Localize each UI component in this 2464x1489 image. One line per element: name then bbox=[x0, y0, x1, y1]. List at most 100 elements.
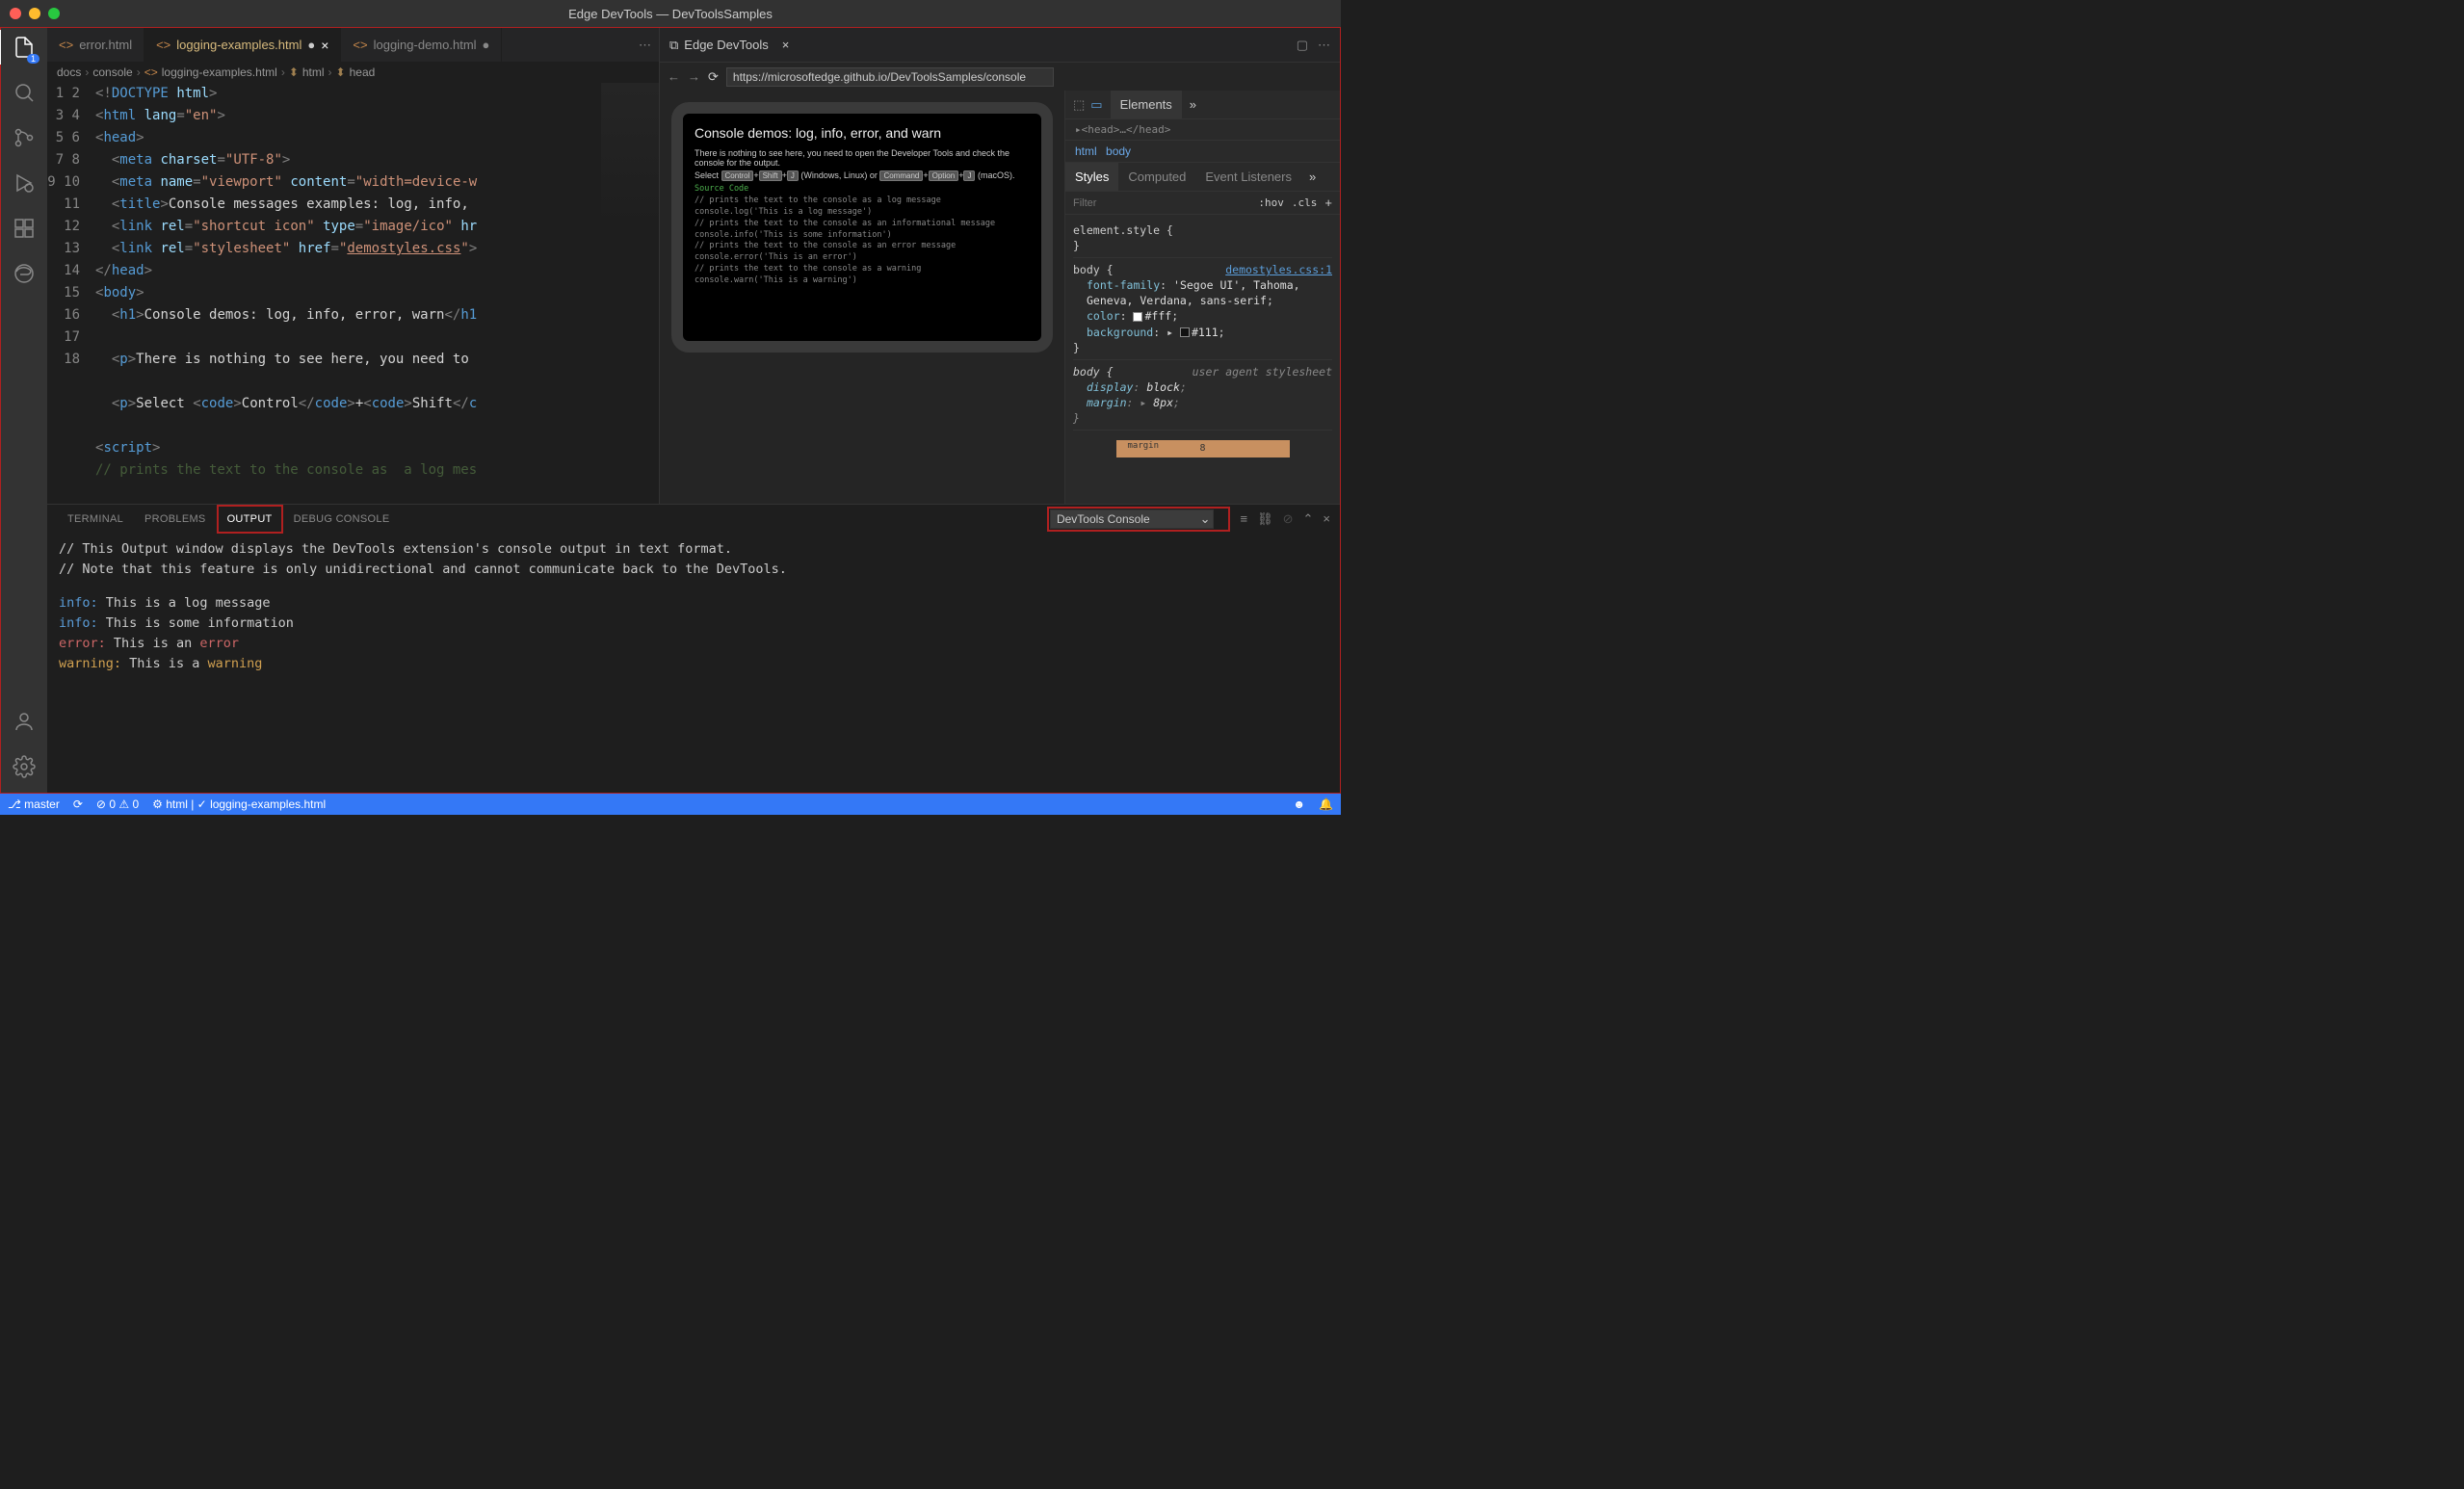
tab-dirty-icon: ● bbox=[483, 38, 490, 52]
breadcrumb-part[interactable]: html bbox=[302, 65, 325, 79]
code-editor[interactable]: 1 2 3 4 5 6 7 8 9 10 11 12 13 14 15 16 1… bbox=[47, 83, 659, 504]
html-file-icon: <> bbox=[144, 65, 158, 79]
run-debug-icon[interactable] bbox=[13, 171, 36, 197]
window-title: Edge DevTools — DevToolsSamples bbox=[568, 7, 773, 21]
code-content[interactable]: <!DOCTYPE html> <html lang="en"> <head> … bbox=[95, 83, 659, 504]
preview-select-line: Select Control+Shift+J (Windows, Linux) … bbox=[695, 170, 1030, 180]
tab-label: logging-examples.html bbox=[176, 38, 301, 52]
url-input[interactable]: https://microsoftedge.github.io/DevTools… bbox=[726, 67, 1054, 87]
device-emulation-icon[interactable]: ▭ bbox=[1090, 97, 1102, 113]
editor-row: <> error.html <> logging-examples.html ●… bbox=[47, 28, 1340, 504]
accounts-icon[interactable] bbox=[13, 710, 36, 736]
main-area: <> error.html <> logging-examples.html ●… bbox=[47, 28, 1340, 793]
css-rules-pane[interactable]: element.style { } body {demostyles.css:1… bbox=[1065, 215, 1340, 504]
styles-tab-bar: Styles Computed Event Listeners » bbox=[1065, 163, 1340, 192]
breadcrumbs[interactable]: docs › console › <> logging-examples.htm… bbox=[47, 62, 659, 83]
elements-pane: ⬚ ▭ Elements » ▸<head>…</head> html body bbox=[1064, 91, 1340, 504]
tab-label: error.html bbox=[79, 38, 132, 52]
output-line: // This Output window displays the DevTo… bbox=[59, 539, 1328, 560]
tab-label: logging-demo.html bbox=[374, 38, 477, 52]
devtools-toolbar: ← → ⟳ https://microsoftedge.github.io/De… bbox=[660, 62, 1340, 91]
maximize-panel-icon[interactable]: ⌃ bbox=[1303, 511, 1314, 527]
devtools-tab-label: Edge DevTools bbox=[684, 38, 768, 52]
computed-tab[interactable]: Computed bbox=[1118, 163, 1195, 191]
activity-bar: 1 bbox=[1, 28, 47, 793]
inspect-element-icon[interactable]: ⬚ bbox=[1073, 97, 1085, 113]
dom-tree-line[interactable]: ▸<head>…</head> bbox=[1065, 119, 1340, 141]
elements-tab[interactable]: Elements bbox=[1111, 91, 1182, 118]
window-controls bbox=[10, 8, 60, 19]
box-model[interactable]: margin 8 bbox=[1116, 440, 1290, 457]
nav-back-icon[interactable]: ← bbox=[668, 69, 680, 84]
css-rule[interactable]: body {demostyles.css:1 font-family: 'Seg… bbox=[1073, 258, 1332, 360]
minimap[interactable] bbox=[601, 83, 659, 227]
html-file-icon: <> bbox=[353, 38, 367, 52]
git-branch[interactable]: ⎇ master bbox=[8, 797, 60, 811]
tab-overflow-icon[interactable]: ⋯ bbox=[631, 28, 659, 62]
device-preview[interactable]: Console demos: log, info, error, and war… bbox=[671, 102, 1053, 353]
clear-output-icon[interactable]: ⊘ bbox=[1283, 511, 1294, 527]
close-panel-icon[interactable]: × bbox=[1323, 511, 1330, 527]
lock-icon[interactable]: ⛓ bbox=[1257, 511, 1273, 527]
output-line: info: This is a log message bbox=[59, 593, 1328, 614]
close-window-button[interactable] bbox=[10, 8, 21, 19]
notifications-icon[interactable]: 🔔 bbox=[1319, 797, 1333, 811]
language-status[interactable]: ⚙ html | ✓ logging-examples.html bbox=[152, 797, 326, 811]
output-body[interactable]: // This Output window displays the DevTo… bbox=[47, 534, 1340, 793]
breadcrumb-part[interactable]: logging-examples.html bbox=[162, 65, 277, 79]
reload-icon[interactable]: ⟳ bbox=[708, 69, 719, 85]
more-tabs-icon[interactable]: » bbox=[1182, 97, 1204, 112]
output-channel-select[interactable]: DevTools Console bbox=[1050, 509, 1214, 529]
status-bar: ⎇ master ⟳ ⊘ 0 ⚠ 0 ⚙ html | ✓ logging-ex… bbox=[0, 794, 1341, 815]
list-icon[interactable]: ≡ bbox=[1240, 511, 1247, 527]
tab-debug-console[interactable]: DEBUG CONSOLE bbox=[283, 505, 401, 534]
preview-heading: Console demos: log, info, error, and war… bbox=[695, 125, 1030, 141]
maximize-window-button[interactable] bbox=[48, 8, 60, 19]
minimize-window-button[interactable] bbox=[29, 8, 40, 19]
extensions-icon[interactable] bbox=[13, 217, 36, 243]
preview-pane: Console demos: log, info, error, and war… bbox=[660, 91, 1064, 504]
output-line: info: This is some information bbox=[59, 614, 1328, 634]
close-devtools-icon[interactable]: × bbox=[782, 38, 790, 52]
devtools-icon: ⧉ bbox=[669, 38, 678, 53]
edge-devtools-icon[interactable] bbox=[13, 262, 36, 288]
element-icon: ⬍ bbox=[336, 65, 346, 79]
css-source-link[interactable]: demostyles.css:1 bbox=[1225, 262, 1332, 277]
more-actions-icon[interactable]: ⋯ bbox=[1318, 38, 1330, 53]
output-line: // Note that this feature is only unidir… bbox=[59, 560, 1328, 580]
hov-toggle[interactable]: :hov bbox=[1258, 196, 1284, 209]
settings-gear-icon[interactable] bbox=[13, 755, 36, 781]
cls-toggle[interactable]: .cls bbox=[1292, 196, 1318, 209]
source-control-icon[interactable] bbox=[13, 126, 36, 152]
more-tabs-icon[interactable]: » bbox=[1301, 163, 1324, 191]
panel-tab-bar: TERMINAL PROBLEMS OUTPUT DEBUG CONSOLE D… bbox=[47, 505, 1340, 534]
editor-panel: <> error.html <> logging-examples.html ●… bbox=[47, 28, 660, 504]
problems-status[interactable]: ⊘ 0 ⚠ 0 bbox=[96, 797, 139, 811]
tab-logging-demo[interactable]: <> logging-demo.html ● bbox=[341, 28, 502, 62]
tab-terminal[interactable]: TERMINAL bbox=[57, 505, 134, 534]
explorer-icon[interactable]: 1 bbox=[13, 36, 36, 62]
breadcrumb-part[interactable]: console bbox=[92, 65, 132, 79]
tab-logging-examples[interactable]: <> logging-examples.html ● × bbox=[144, 28, 341, 62]
main-content: 1 bbox=[0, 27, 1341, 794]
feedback-icon[interactable]: ☻ bbox=[1293, 797, 1305, 811]
css-rule[interactable]: body {user agent stylesheet display: blo… bbox=[1073, 360, 1332, 431]
css-rule[interactable]: element.style { } bbox=[1073, 219, 1332, 258]
tab-output[interactable]: OUTPUT bbox=[217, 505, 283, 534]
devtools-tab[interactable]: ⧉ Edge DevTools × bbox=[669, 38, 789, 53]
breadcrumb-part[interactable]: docs bbox=[57, 65, 81, 79]
tab-problems[interactable]: PROBLEMS bbox=[134, 505, 217, 534]
split-editor-icon[interactable]: ▢ bbox=[1297, 38, 1308, 53]
add-rule-icon[interactable]: + bbox=[1324, 196, 1332, 210]
event-listeners-tab[interactable]: Event Listeners bbox=[1195, 163, 1301, 191]
sync-icon[interactable]: ⟳ bbox=[73, 797, 83, 811]
nav-forward-icon[interactable]: → bbox=[688, 69, 700, 84]
tab-error-html[interactable]: <> error.html bbox=[47, 28, 144, 62]
search-icon[interactable] bbox=[13, 81, 36, 107]
output-line: error: This is an error bbox=[59, 634, 1328, 654]
styles-tab[interactable]: Styles bbox=[1065, 163, 1118, 191]
close-tab-icon[interactable]: × bbox=[321, 38, 328, 53]
dom-breadcrumb[interactable]: html body bbox=[1065, 141, 1340, 163]
breadcrumb-part[interactable]: head bbox=[350, 65, 376, 79]
styles-filter-input[interactable] bbox=[1073, 197, 1250, 209]
